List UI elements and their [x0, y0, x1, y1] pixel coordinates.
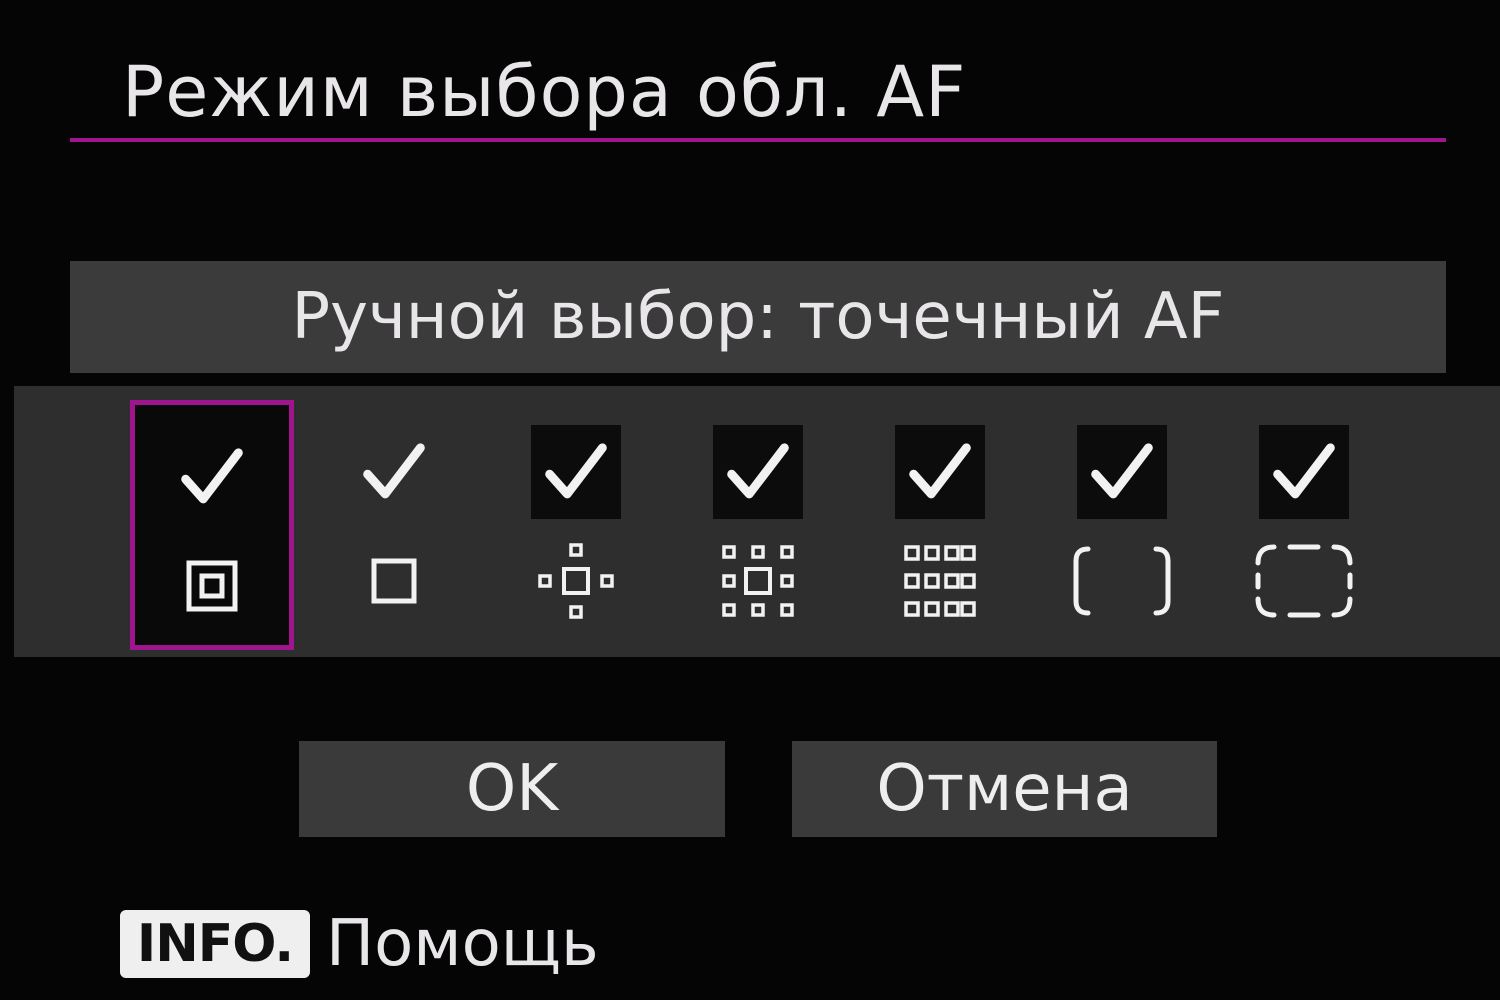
checkbox-large-zone[interactable]: [1077, 425, 1167, 519]
checkmark-icon: [181, 448, 243, 504]
checkbox-spot[interactable]: [167, 430, 257, 524]
large-zone-af-icon: [1072, 538, 1172, 624]
af-mode-option-large-zone[interactable]: [1040, 400, 1204, 650]
af-mode-option-auto[interactable]: [1222, 400, 1386, 650]
checkmark-icon: [727, 443, 789, 499]
info-button-badge[interactable]: INFO.: [120, 910, 310, 978]
checkbox-single-point[interactable]: [349, 425, 439, 519]
checkbox-zone[interactable]: [895, 425, 985, 519]
af-mode-option-zone[interactable]: [858, 400, 1022, 650]
cancel-button[interactable]: Отмена: [792, 741, 1217, 837]
current-mode-label: Ручной выбор: точечный AF: [70, 261, 1446, 373]
af-mode-option-expand-surround[interactable]: [676, 400, 840, 650]
checkmark-icon: [545, 443, 607, 499]
checkmark-icon: [1091, 443, 1153, 499]
af-mode-option-expand-cross[interactable]: [494, 400, 658, 650]
checkbox-expand-cross[interactable]: [531, 425, 621, 519]
single-point-af-icon: [344, 538, 444, 624]
checkmark-icon: [363, 443, 425, 499]
page-title: Режим выбора обл. AF: [122, 51, 967, 133]
spot-af-icon: [162, 543, 262, 629]
af-mode-option-spot[interactable]: [130, 400, 294, 650]
auto-af-point-selection-icon: [1254, 538, 1354, 624]
expand-af-area-cross-icon: [526, 538, 626, 624]
help-label: Помощь: [326, 907, 599, 981]
title-divider: [70, 138, 1446, 142]
checkbox-auto[interactable]: [1259, 425, 1349, 519]
af-mode-option-single-point[interactable]: [312, 400, 476, 650]
checkbox-expand-surround[interactable]: [713, 425, 803, 519]
expand-af-area-surround-icon: [708, 538, 808, 624]
zone-af-icon: [890, 538, 990, 624]
checkmark-icon: [909, 443, 971, 499]
checkmark-icon: [1273, 443, 1335, 499]
ok-button[interactable]: OK: [299, 741, 725, 837]
